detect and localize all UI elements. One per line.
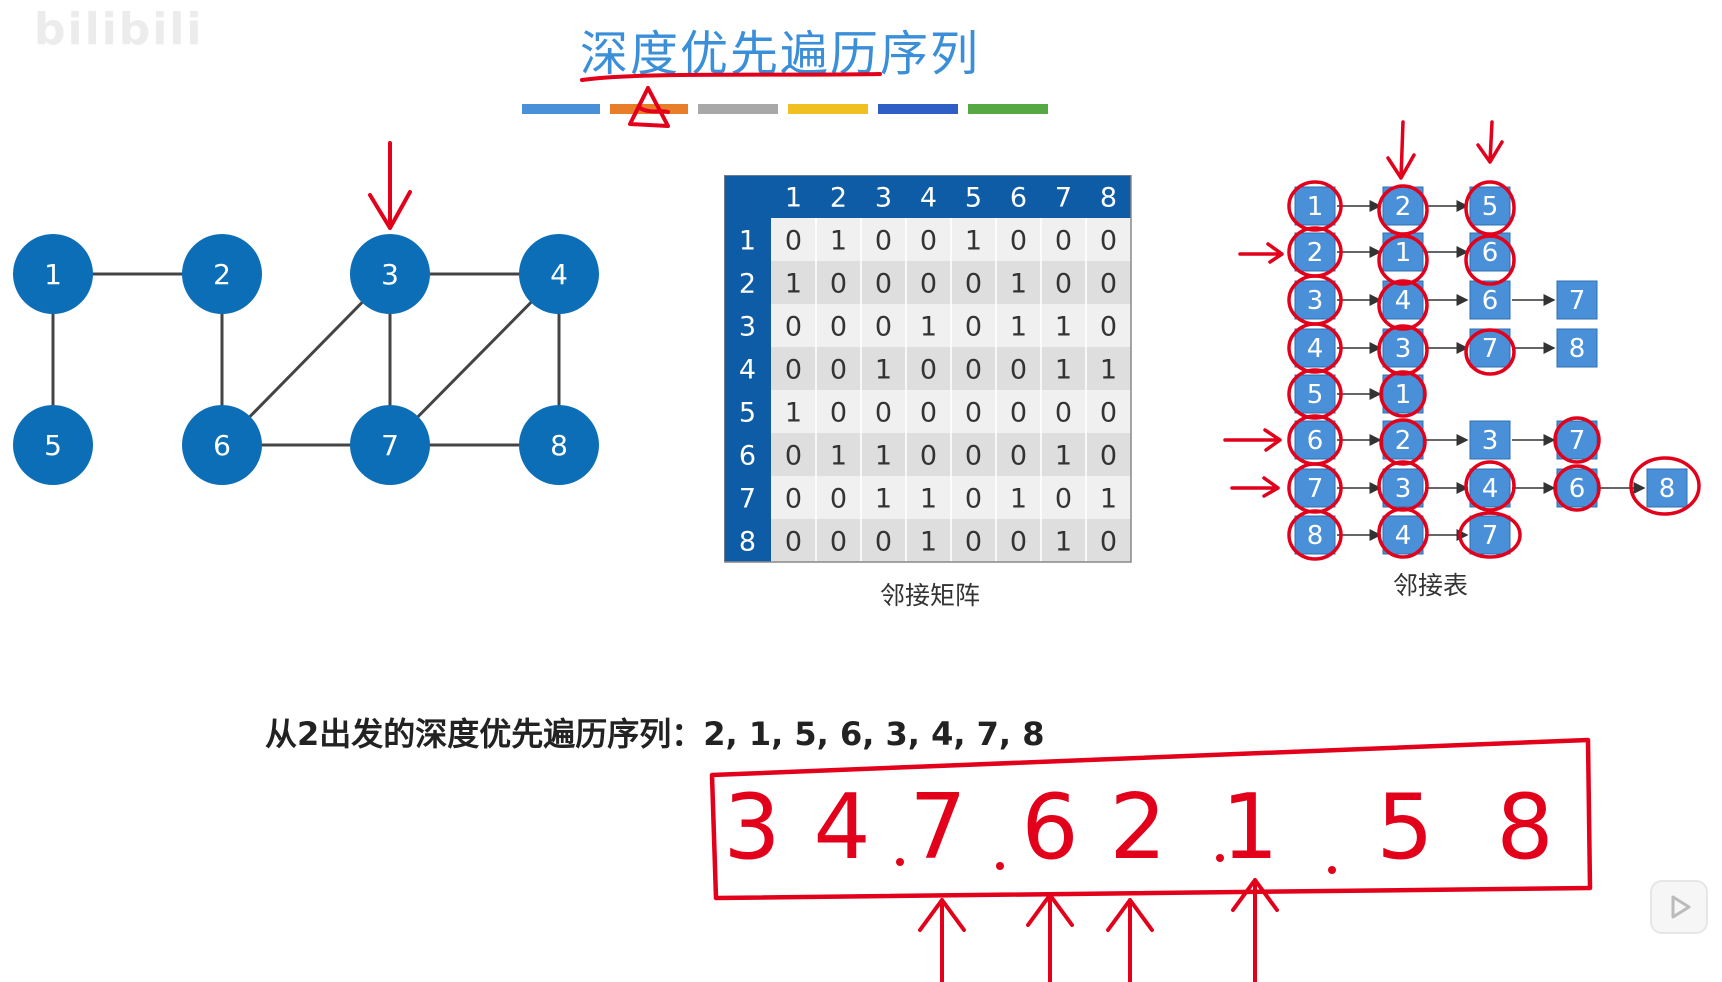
list-head-circle-ink	[1287, 462, 1343, 514]
slide: bilibili 深度优先遍历序列 12345678 1234567810100…	[0, 0, 1722, 982]
circle-ink	[1379, 370, 1427, 418]
list-head-circle-ink	[1287, 509, 1343, 561]
arrow-node3-ink	[368, 141, 412, 230]
list-head-circle-ink	[1287, 274, 1343, 326]
handwritten-digit: 7	[909, 775, 966, 880]
handwritten-annotations: 34762158	[368, 72, 1701, 982]
list-head-circle-ink	[1287, 180, 1343, 232]
title-underline-ink	[580, 72, 882, 82]
arrow-row6-ink	[1223, 428, 1282, 452]
play-icon	[1671, 895, 1691, 919]
circle-ink	[1464, 180, 1516, 236]
list-head-circle-ink	[1287, 322, 1343, 374]
circle-ink	[1553, 416, 1601, 464]
arrow-row7-ink	[1230, 476, 1280, 498]
handwritten-dot	[996, 862, 1004, 870]
circle-ink	[1377, 324, 1429, 376]
handwritten-digit: 8	[1496, 775, 1553, 880]
handwritten-dot	[896, 858, 904, 866]
circle-ink	[1464, 460, 1516, 512]
circle-ink	[1377, 460, 1429, 512]
handwritten-digit: 6	[1021, 775, 1078, 880]
circle-ink	[1464, 234, 1516, 286]
list-head-circle-ink	[1287, 368, 1343, 420]
arrow-row2-ink	[1238, 242, 1284, 264]
circle-ink	[1464, 328, 1516, 376]
up-arrow-ink-4	[1231, 878, 1279, 982]
handwritten-sequence: 34762158	[723, 775, 1553, 880]
arrow-list-col2-ink	[1386, 120, 1416, 180]
up-arrow-ink-3	[1106, 898, 1154, 982]
play-button[interactable]	[1650, 880, 1708, 934]
handwritten-digit: 2	[1109, 775, 1166, 880]
circle-ink	[1377, 279, 1429, 331]
handwritten-digit: 5	[1376, 775, 1433, 880]
triangle-ink	[628, 86, 670, 128]
circle-ink	[1458, 511, 1522, 559]
handwritten-dot	[1216, 854, 1224, 862]
list-head-circle-ink	[1287, 226, 1343, 278]
up-arrow-ink-2	[1026, 893, 1074, 982]
circle-ink	[1377, 184, 1429, 236]
list-head-circle-ink	[1287, 414, 1343, 466]
handwritten-digit: 1	[1221, 775, 1278, 880]
handwritten-digit: 4	[813, 775, 870, 880]
arrow-list-col3-ink	[1476, 120, 1504, 164]
handwritten-dot	[1328, 866, 1336, 874]
circle-ink	[1553, 464, 1601, 512]
circle-ink	[1377, 507, 1429, 559]
circle-ink	[1629, 456, 1701, 516]
circle-ink	[1379, 418, 1427, 466]
circle-ink	[1377, 234, 1429, 286]
handwritten-digit: 3	[723, 775, 780, 880]
up-arrow-ink-1	[918, 898, 966, 982]
